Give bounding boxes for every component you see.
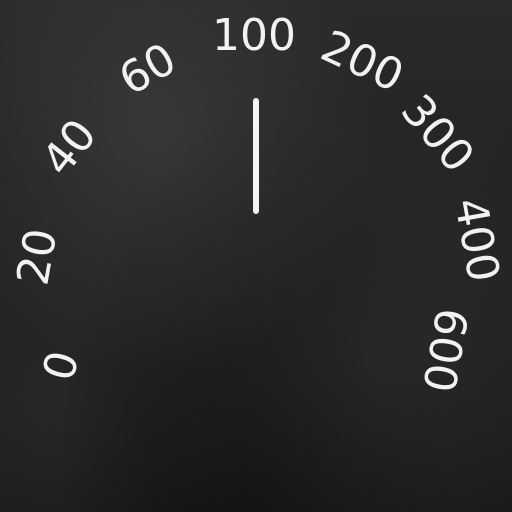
scale-label-60: 60 [110, 33, 185, 106]
scale-label-200: 200 [313, 20, 412, 103]
scale-label-40: 40 [32, 109, 107, 186]
scale-label-100: 100 [212, 10, 296, 61]
dial-pointer[interactable] [253, 98, 259, 214]
scale-label-300: 300 [390, 85, 484, 183]
scale-label-20: 20 [7, 224, 68, 289]
scale-label-600: 600 [412, 304, 477, 396]
dial-face: 0 20 40 60 100 200 300 400 600 [0, 0, 512, 512]
scale-label-0: 0 [33, 345, 90, 386]
scale-label-400: 400 [444, 194, 509, 286]
